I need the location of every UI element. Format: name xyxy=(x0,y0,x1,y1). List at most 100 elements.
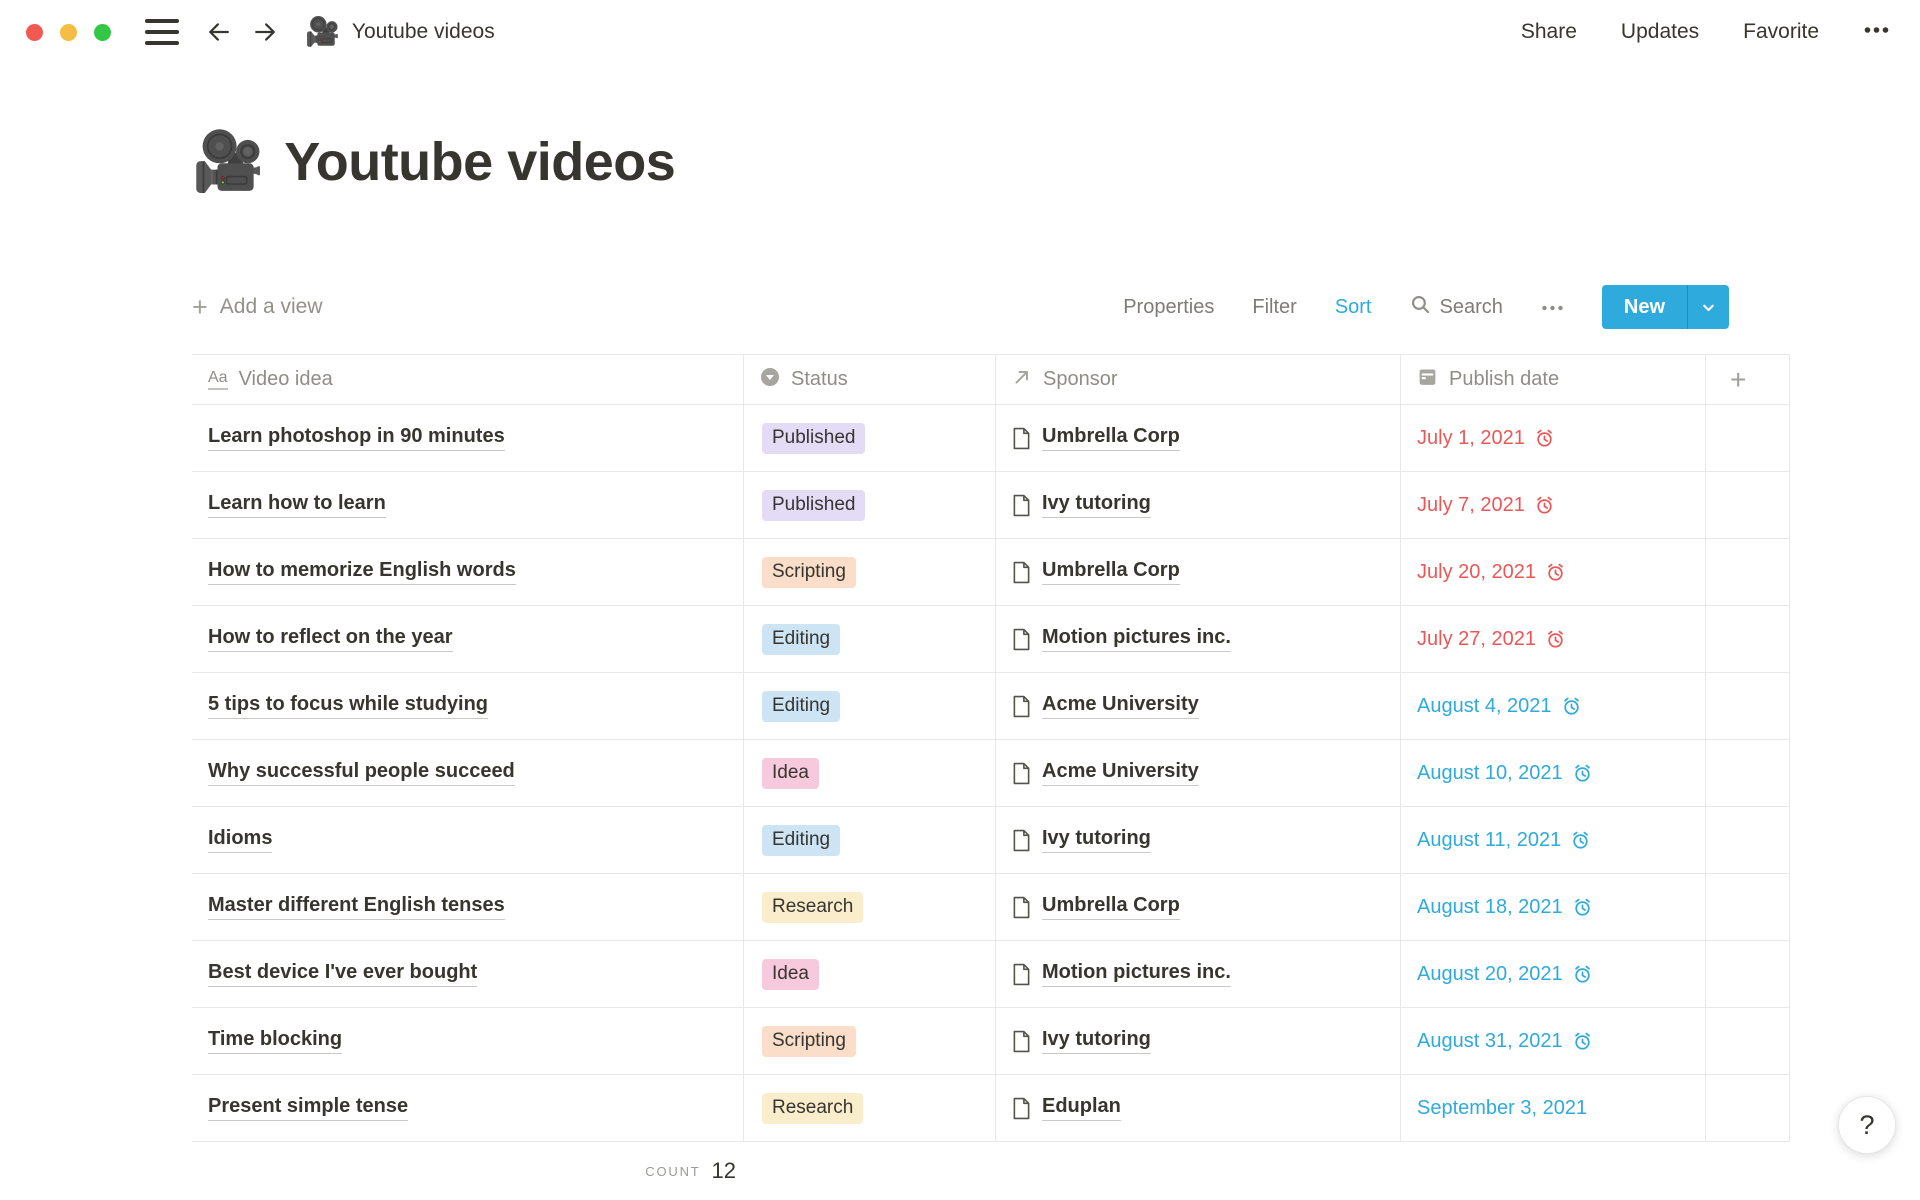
cell-publish-date[interactable]: August 10, 2021 xyxy=(1401,740,1706,806)
status-pill[interactable]: Idea xyxy=(762,959,819,990)
video-idea-link[interactable]: 5 tips to focus while studying xyxy=(208,693,488,719)
cell-video-idea[interactable]: Learn photoshop in 90 minutes xyxy=(192,405,744,471)
page-title[interactable]: Youtube videos xyxy=(284,131,675,193)
cell-publish-date[interactable]: July 7, 2021 xyxy=(1401,472,1706,538)
video-idea-link[interactable]: Idioms xyxy=(208,827,272,853)
status-pill[interactable]: Idea xyxy=(762,758,819,789)
forward-arrow-icon[interactable] xyxy=(251,18,279,46)
cell-status[interactable]: Editing xyxy=(744,673,996,739)
cell-publish-date[interactable]: August 11, 2021 xyxy=(1401,807,1706,873)
status-pill[interactable]: Scripting xyxy=(762,1026,856,1057)
more-options-icon[interactable] xyxy=(1863,16,1890,49)
back-arrow-icon[interactable] xyxy=(205,18,233,46)
cell-sponsor[interactable]: Acme University xyxy=(996,740,1401,806)
video-idea-link[interactable]: Present simple tense xyxy=(208,1095,408,1121)
filter-button[interactable]: Filter xyxy=(1252,296,1296,319)
sidebar-menu-icon[interactable] xyxy=(145,19,179,45)
status-pill[interactable]: Editing xyxy=(762,691,840,722)
cell-status[interactable]: Published xyxy=(744,405,996,471)
new-button-label[interactable]: New xyxy=(1602,285,1687,329)
minimize-window-button[interactable] xyxy=(60,24,77,41)
cell-status[interactable]: Idea xyxy=(744,740,996,806)
properties-button[interactable]: Properties xyxy=(1123,296,1214,319)
video-idea-link[interactable]: Learn how to learn xyxy=(208,492,386,518)
sponsor-link[interactable]: Ivy tutoring xyxy=(1042,1028,1151,1054)
cell-video-idea[interactable]: Time blocking xyxy=(192,1008,744,1074)
cell-video-idea[interactable]: Idioms xyxy=(192,807,744,873)
cell-publish-date[interactable]: September 3, 2021 xyxy=(1401,1075,1706,1141)
column-header-video-idea[interactable]: Aa Video idea xyxy=(192,355,744,404)
status-pill[interactable]: Published xyxy=(762,423,865,454)
sponsor-link[interactable]: Ivy tutoring xyxy=(1042,492,1151,518)
cell-publish-date[interactable]: July 20, 2021 xyxy=(1401,539,1706,605)
cell-video-idea[interactable]: Why successful people succeed xyxy=(192,740,744,806)
cell-video-idea[interactable]: 5 tips to focus while studying xyxy=(192,673,744,739)
status-pill[interactable]: Research xyxy=(762,892,863,923)
sponsor-link[interactable]: Ivy tutoring xyxy=(1042,827,1151,853)
sponsor-link[interactable]: Motion pictures inc. xyxy=(1042,626,1231,652)
cell-status[interactable]: Scripting xyxy=(744,539,996,605)
cell-status[interactable]: Published xyxy=(744,472,996,538)
video-idea-link[interactable]: Why successful people succeed xyxy=(208,760,515,786)
cell-status[interactable]: Scripting xyxy=(744,1008,996,1074)
page-emoji-movie-camera[interactable]: 🎥 xyxy=(192,133,264,191)
video-idea-link[interactable]: How to reflect on the year xyxy=(208,626,453,652)
cell-publish-date[interactable]: August 20, 2021 xyxy=(1401,941,1706,1007)
video-idea-link[interactable]: Best device I've ever bought xyxy=(208,961,477,987)
updates-button[interactable]: Updates xyxy=(1621,20,1699,44)
count-aggregate[interactable]: COUNT 12 xyxy=(192,1142,744,1200)
search-button[interactable]: Search xyxy=(1410,294,1503,321)
chevron-down-icon[interactable] xyxy=(1687,285,1729,329)
sponsor-link[interactable]: Umbrella Corp xyxy=(1042,559,1180,585)
status-pill[interactable]: Research xyxy=(762,1093,863,1124)
sponsor-link[interactable]: Umbrella Corp xyxy=(1042,894,1180,920)
sponsor-link[interactable]: Umbrella Corp xyxy=(1042,425,1180,451)
cell-publish-date[interactable]: August 31, 2021 xyxy=(1401,1008,1706,1074)
column-header-sponsor[interactable]: Sponsor xyxy=(996,355,1401,404)
toolbar-more-icon[interactable] xyxy=(1541,296,1564,319)
sponsor-link[interactable]: Acme University xyxy=(1042,760,1199,786)
column-header-status[interactable]: Status xyxy=(744,355,996,404)
add-column-button[interactable]: + xyxy=(1706,355,1790,404)
cell-sponsor[interactable]: Ivy tutoring xyxy=(996,1008,1401,1074)
column-header-publish-date[interactable]: Publish date xyxy=(1401,355,1706,404)
cell-sponsor[interactable]: Eduplan xyxy=(996,1075,1401,1141)
cell-publish-date[interactable]: July 27, 2021 xyxy=(1401,606,1706,672)
help-button[interactable]: ? xyxy=(1838,1096,1896,1154)
cell-sponsor[interactable]: Acme University xyxy=(996,673,1401,739)
add-view-button[interactable]: + Add a view xyxy=(192,294,323,321)
new-record-button[interactable]: New xyxy=(1602,285,1729,329)
video-idea-link[interactable]: Master different English tenses xyxy=(208,894,505,920)
cell-sponsor[interactable]: Motion pictures inc. xyxy=(996,941,1401,1007)
zoom-window-button[interactable] xyxy=(94,24,111,41)
video-idea-link[interactable]: Learn photoshop in 90 minutes xyxy=(208,425,505,451)
cell-sponsor[interactable]: Ivy tutoring xyxy=(996,472,1401,538)
status-pill[interactable]: Scripting xyxy=(762,557,856,588)
sort-button[interactable]: Sort xyxy=(1335,296,1372,319)
cell-publish-date[interactable]: July 1, 2021 xyxy=(1401,405,1706,471)
cell-status[interactable]: Idea xyxy=(744,941,996,1007)
cell-video-idea[interactable]: Present simple tense xyxy=(192,1075,744,1141)
cell-video-idea[interactable]: Master different English tenses xyxy=(192,874,744,940)
sponsor-link[interactable]: Acme University xyxy=(1042,693,1199,719)
sponsor-link[interactable]: Eduplan xyxy=(1042,1095,1121,1121)
status-pill[interactable]: Published xyxy=(762,490,865,521)
close-window-button[interactable] xyxy=(26,24,43,41)
cell-sponsor[interactable]: Umbrella Corp xyxy=(996,874,1401,940)
cell-sponsor[interactable]: Umbrella Corp xyxy=(996,539,1401,605)
cell-publish-date[interactable]: August 18, 2021 xyxy=(1401,874,1706,940)
cell-status[interactable]: Editing xyxy=(744,807,996,873)
cell-video-idea[interactable]: Learn how to learn xyxy=(192,472,744,538)
share-button[interactable]: Share xyxy=(1521,20,1577,44)
status-pill[interactable]: Editing xyxy=(762,825,840,856)
cell-sponsor[interactable]: Umbrella Corp xyxy=(996,405,1401,471)
cell-status[interactable]: Research xyxy=(744,1075,996,1141)
breadcrumb[interactable]: 🎥 Youtube videos xyxy=(305,18,495,46)
cell-status[interactable]: Research xyxy=(744,874,996,940)
cell-publish-date[interactable]: August 4, 2021 xyxy=(1401,673,1706,739)
status-pill[interactable]: Editing xyxy=(762,624,840,655)
sponsor-link[interactable]: Motion pictures inc. xyxy=(1042,961,1231,987)
video-idea-link[interactable]: Time blocking xyxy=(208,1028,342,1054)
cell-video-idea[interactable]: Best device I've ever bought xyxy=(192,941,744,1007)
cell-sponsor[interactable]: Ivy tutoring xyxy=(996,807,1401,873)
